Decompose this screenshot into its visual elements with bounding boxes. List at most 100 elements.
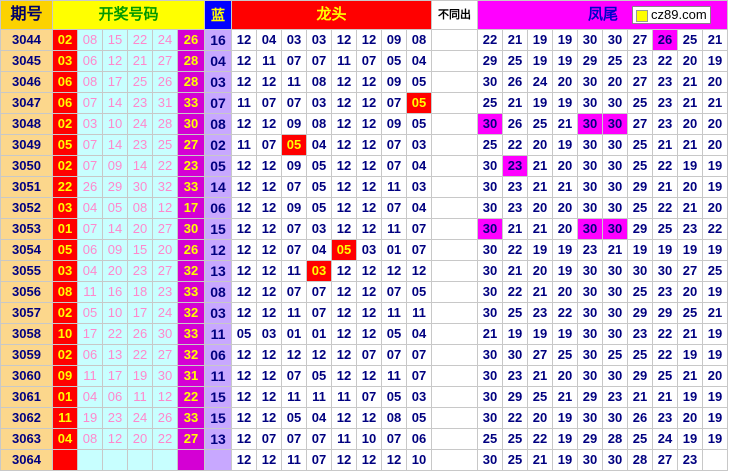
dragon-cell: 12 bbox=[381, 260, 407, 282]
not-same-cell bbox=[431, 260, 478, 282]
tail-cell: 23 bbox=[652, 71, 678, 93]
period-header: 期号 bbox=[0, 0, 53, 30]
tail-cell: 30 bbox=[602, 302, 628, 324]
red-ball-cell: 24 bbox=[127, 113, 153, 135]
red-ball-cell: 23 bbox=[127, 260, 153, 282]
dragon-cell: 12 bbox=[331, 365, 357, 387]
tail-cell: 20 bbox=[702, 365, 728, 387]
tail-cell: 25 bbox=[502, 449, 528, 471]
dragon-cell: 12 bbox=[331, 449, 357, 471]
tail-cell: 30 bbox=[477, 260, 503, 282]
table-row: 3047 06 07 14 23 31 33 07 11 07 07 03 12 12 07 05 25 21 19… bbox=[0, 92, 728, 114]
red-ball-cell: 23 bbox=[102, 407, 128, 429]
dragon-cell: 12 bbox=[256, 302, 282, 324]
table-row: 3054 05 06 09 15 20 26 12 12 12 07 04 05 03 01 07 30 22 19… bbox=[0, 239, 728, 261]
dragon-cell: 12 bbox=[331, 302, 357, 324]
red-ball-cell: 28 bbox=[152, 113, 178, 135]
tail-cell: 19 bbox=[527, 239, 553, 261]
tail-cell: 30 bbox=[577, 197, 603, 219]
period-cell: 3061 bbox=[0, 386, 53, 408]
tail-cell: 30 bbox=[602, 197, 628, 219]
tail-cell: 23 bbox=[577, 239, 603, 261]
tail-cell: 30 bbox=[577, 407, 603, 429]
blue-ball-cell: 03 bbox=[204, 71, 232, 93]
period-cell: 3046 bbox=[0, 71, 53, 93]
dragon-cell: 07 bbox=[281, 92, 307, 114]
dragon-cell: 12 bbox=[406, 260, 432, 282]
tail-cell: 26 bbox=[502, 71, 528, 93]
dragon-cell: 11 bbox=[381, 176, 407, 198]
tail-cell: 19 bbox=[702, 407, 728, 429]
dragon-cell: 11 bbox=[381, 302, 407, 324]
dragon-cell: 07 bbox=[406, 344, 432, 366]
dragon-cell: 08 bbox=[381, 407, 407, 429]
period-cell: 3063 bbox=[0, 428, 53, 450]
dragon-cell: 12 bbox=[231, 428, 257, 450]
tail-cell: 30 bbox=[477, 176, 503, 198]
tail-cell: 23 bbox=[502, 155, 528, 177]
dragon-cell: 05 bbox=[306, 365, 332, 387]
dragon-cell: 07 bbox=[281, 176, 307, 198]
tail-cell: 23 bbox=[502, 365, 528, 387]
red-ball-cell: 32 bbox=[177, 344, 205, 366]
dragon-cell: 07 bbox=[306, 302, 332, 324]
red-ball-cell: 31 bbox=[177, 365, 205, 387]
tail-cell: 30 bbox=[577, 302, 603, 324]
tail-cell: 30 bbox=[477, 218, 503, 240]
red-ball-cell bbox=[102, 449, 128, 471]
tail-cell: 19 bbox=[702, 428, 728, 450]
tail-cell: 22 bbox=[652, 197, 678, 219]
table-row: 3059 02 06 13 22 27 32 06 12 12 12 12 12 07 07 07 30 30 27… bbox=[0, 344, 728, 366]
dragon-cell: 07 bbox=[306, 281, 332, 303]
blue-ball-cell: 04 bbox=[204, 50, 232, 72]
tail-cell: 30 bbox=[477, 386, 503, 408]
red-ball-cell: 30 bbox=[152, 323, 178, 345]
tail-cell: 19 bbox=[527, 50, 553, 72]
red-ball-cell: 06 bbox=[52, 92, 78, 114]
tail-cell: 20 bbox=[527, 260, 553, 282]
dragon-cell: 04 bbox=[256, 29, 282, 51]
tail-cell: 22 bbox=[652, 50, 678, 72]
dragon-cell: 07 bbox=[356, 386, 382, 408]
red-ball-cell: 24 bbox=[127, 407, 153, 429]
tail-cell: 20 bbox=[527, 197, 553, 219]
dragon-cell: 12 bbox=[256, 155, 282, 177]
dragon-cell: 12 bbox=[256, 281, 282, 303]
tail-cell: 30 bbox=[477, 365, 503, 387]
blue-ball-cell bbox=[204, 449, 232, 471]
dragon-cell: 12 bbox=[256, 176, 282, 198]
red-ball-cell: 26 bbox=[152, 407, 178, 429]
dragon-cell: 12 bbox=[356, 365, 382, 387]
tail-cell: 21 bbox=[677, 323, 703, 345]
red-ball-cell: 27 bbox=[152, 50, 178, 72]
red-ball-cell: 19 bbox=[127, 365, 153, 387]
red-ball-cell: 15 bbox=[102, 29, 128, 51]
red-ball-cell: 08 bbox=[77, 428, 103, 450]
dragon-cell: 12 bbox=[356, 323, 382, 345]
tail-cell: 30 bbox=[577, 260, 603, 282]
not-same-cell bbox=[431, 323, 478, 345]
blue-ball-cell: 13 bbox=[204, 260, 232, 282]
tail-cell: 25 bbox=[702, 260, 728, 282]
tail-cell: 24 bbox=[527, 71, 553, 93]
tail-cell: 23 bbox=[652, 113, 678, 135]
dragon-head-header: 龙头 bbox=[231, 0, 432, 30]
tail-cell: 20 bbox=[677, 50, 703, 72]
dragon-cell: 12 bbox=[231, 407, 257, 429]
table-row: 3046 06 08 17 25 26 28 03 12 12 11 08 12 12 09 05 30 26 24… bbox=[0, 71, 728, 93]
tail-cell: 30 bbox=[477, 239, 503, 261]
open-numbers-header: 开奖号码 bbox=[52, 0, 205, 30]
tail-cell: 25 bbox=[477, 92, 503, 114]
dragon-cell: 12 bbox=[356, 71, 382, 93]
tail-cell: 23 bbox=[652, 92, 678, 114]
red-ball-cell bbox=[52, 449, 78, 471]
red-ball-cell: 02 bbox=[52, 344, 78, 366]
red-ball-cell: 07 bbox=[77, 155, 103, 177]
red-ball-cell: 20 bbox=[102, 260, 128, 282]
dragon-cell: 12 bbox=[231, 50, 257, 72]
dragon-cell: 09 bbox=[281, 113, 307, 135]
dragon-cell: 12 bbox=[356, 113, 382, 135]
red-ball-cell: 10 bbox=[102, 302, 128, 324]
tail-cell: 29 bbox=[627, 302, 653, 324]
site-badge[interactable]: cz89.com bbox=[632, 6, 711, 25]
